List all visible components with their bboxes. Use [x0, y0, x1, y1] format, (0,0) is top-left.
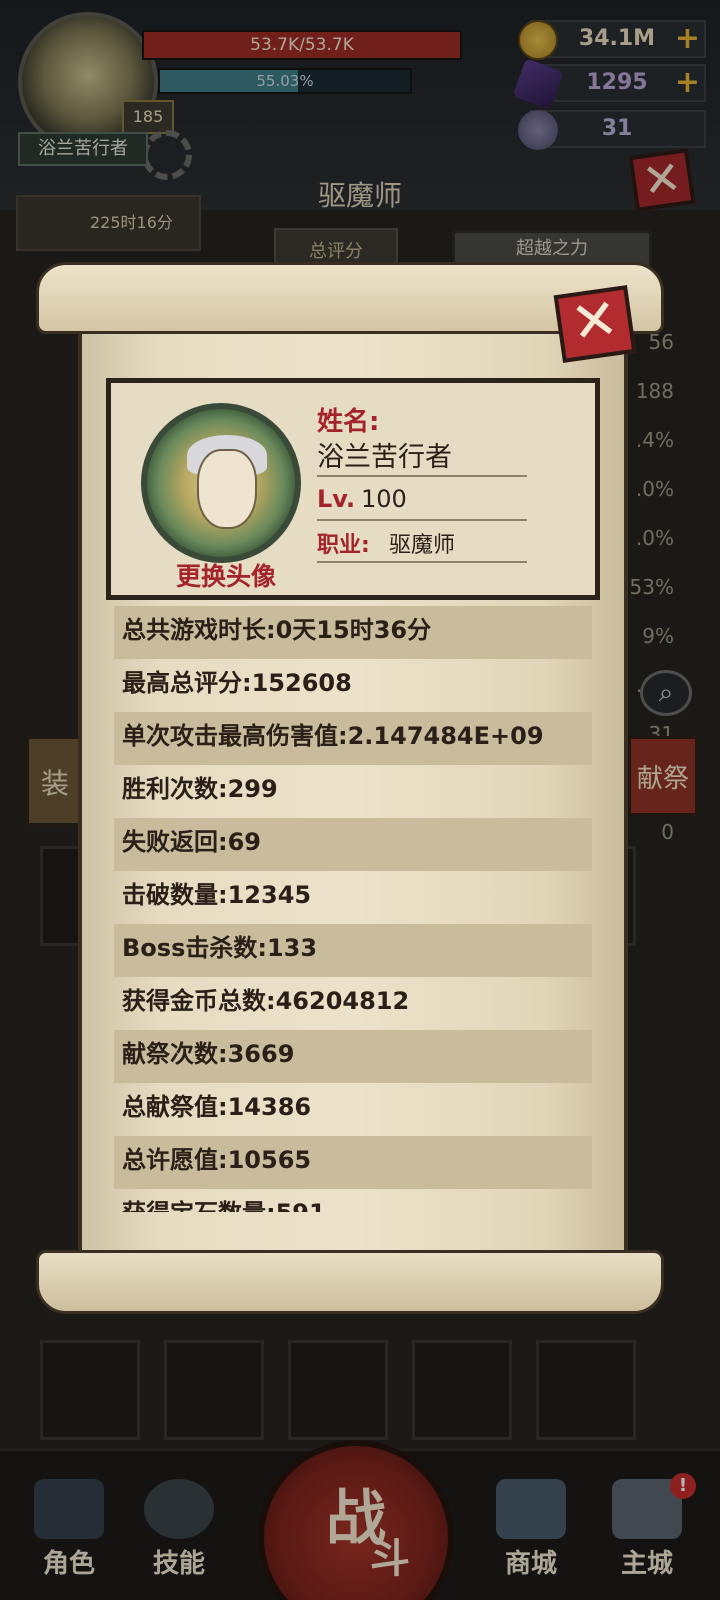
stat-label: 总许愿值: [122, 1146, 228, 1174]
stat-row: 击破数量:12345 [114, 871, 592, 924]
stat-value: 299 [227, 775, 278, 803]
job-label: 职业: [317, 533, 370, 558]
stat-label: 献祭次数: [122, 1040, 228, 1068]
stat-value: 152608 [251, 669, 352, 697]
close-icon[interactable]: ✕ [553, 285, 637, 363]
avatar-face [197, 449, 257, 529]
stat-row: 获得宝石数量:591 [114, 1189, 592, 1212]
stat-row: 总许愿值:10565 [114, 1136, 592, 1189]
stat-label: 获得金币总数: [122, 987, 276, 1015]
stat-value: 14386 [227, 1093, 312, 1121]
change-avatar-button[interactable]: 更换头像 [151, 557, 301, 593]
level-value: 100 [361, 485, 407, 513]
stat-value: 69 [227, 828, 262, 856]
stat-row: 单次攻击最高伤害值:2.147484E+09 [114, 712, 592, 765]
stat-value: 0天15时36分 [275, 616, 432, 644]
stat-row: 获得金币总数:46204812 [114, 977, 592, 1030]
stat-value: 12345 [227, 881, 312, 909]
stat-value: 10565 [227, 1146, 312, 1174]
stat-row: 最高总评分:152608 [114, 659, 592, 712]
stats-list[interactable]: 总共游戏时长:0天15时36分 最高总评分:152608 单次攻击最高伤害值:2.1… [114, 606, 592, 1212]
stat-label: 失败返回: [122, 828, 228, 856]
stat-label: 单次攻击最高伤害值: [122, 722, 348, 750]
stat-value: 46204812 [275, 987, 410, 1015]
stat-row: 胜利次数:299 [114, 765, 592, 818]
stat-label: 总献祭值: [122, 1093, 228, 1121]
stat-label: 最高总评分: [122, 669, 252, 697]
level-label: Lv. [317, 485, 356, 513]
stat-row: 失败返回:69 [114, 818, 592, 871]
stat-value: 591 [276, 1199, 326, 1212]
avatar[interactable] [141, 403, 301, 563]
divider [317, 519, 527, 521]
stat-row: 总献祭值:14386 [114, 1083, 592, 1136]
stat-value: 3669 [227, 1040, 295, 1068]
divider [317, 561, 527, 563]
stat-row: Boss击杀数:133 [114, 924, 592, 977]
job-value: 驱魔师 [389, 533, 456, 558]
stat-label: 胜利次数: [122, 775, 228, 803]
stat-label: Boss击杀数: [122, 934, 267, 962]
divider [317, 475, 527, 477]
stat-row: 献祭次数:3669 [114, 1030, 592, 1083]
name-label: 姓名: [317, 407, 380, 437]
name-value: 浴兰苦行者 [317, 442, 452, 473]
profile-card: 更换头像 姓名: 浴兰苦行者 Lv. 100 职业: 驱魔师 [106, 378, 600, 600]
stat-row: 总共游戏时长:0天15时36分 [114, 606, 592, 659]
profile-scroll-bottom-roll [36, 1250, 664, 1314]
stat-value: 133 [266, 934, 318, 962]
stat-label: 获得宝石数量: [122, 1199, 276, 1212]
stat-label: 总共游戏时长: [122, 616, 276, 644]
stat-value: 2.147484E+09 [347, 722, 544, 750]
stat-label: 击破数量: [122, 881, 228, 909]
